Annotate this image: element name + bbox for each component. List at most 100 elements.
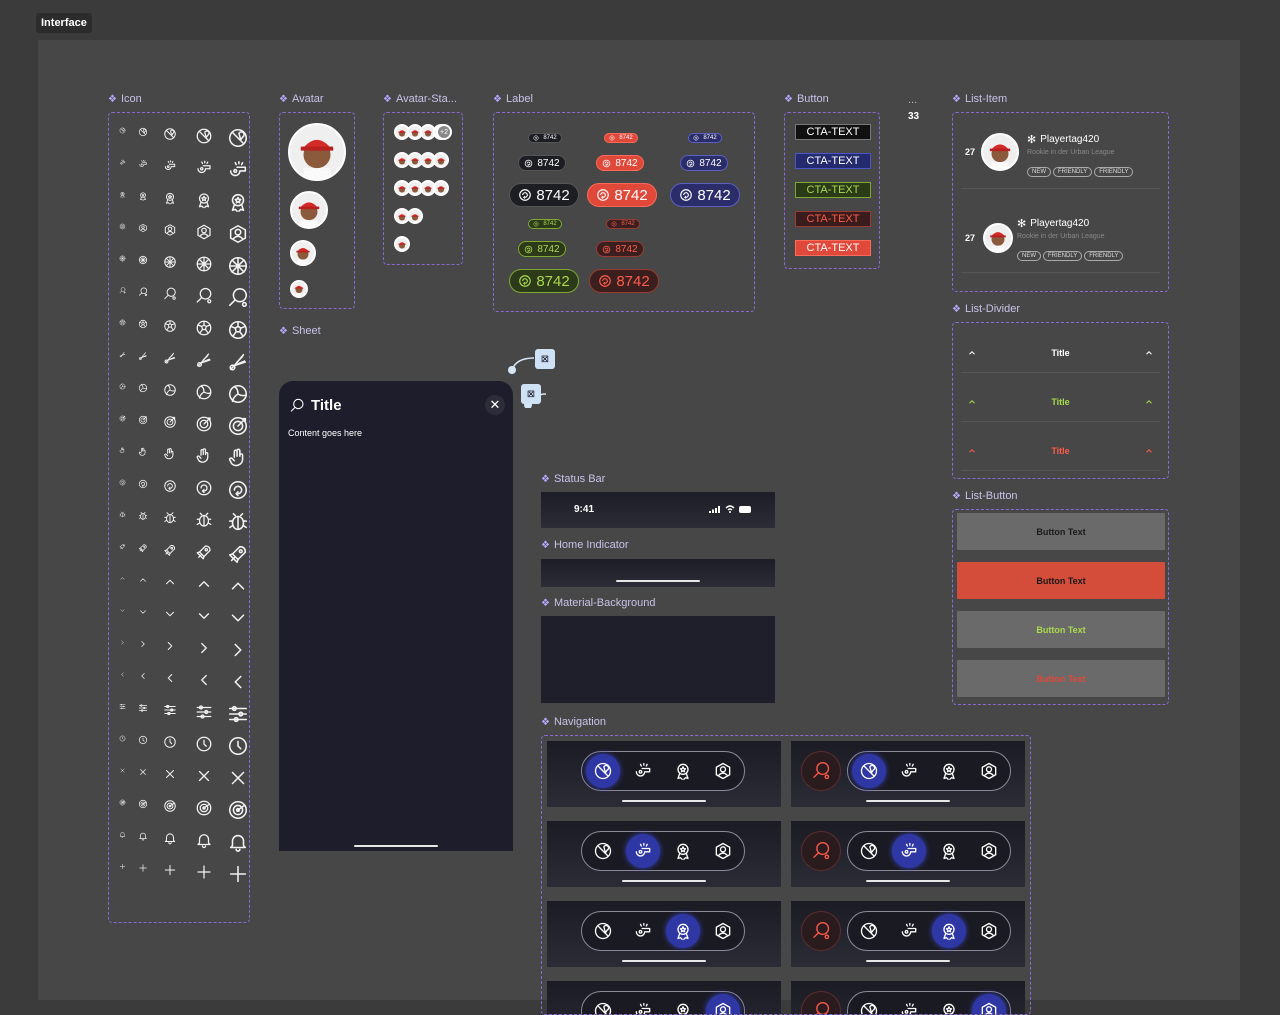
ellipsis-label[interactable]: ... — [908, 94, 917, 106]
rocket-icon[interactable] — [136, 541, 150, 555]
chevron-up-icon[interactable] — [117, 573, 128, 584]
section-label-navigation[interactable]: ❖Navigation — [541, 716, 606, 728]
chevron-left-icon[interactable] — [225, 669, 251, 695]
chevron-right-icon[interactable] — [136, 637, 150, 651]
bug-icon[interactable] — [117, 509, 128, 520]
pingpong-icon[interactable] — [136, 285, 150, 299]
section-label-icon[interactable]: ❖Icon — [108, 93, 142, 105]
tab-pin-ball[interactable] — [586, 994, 620, 1015]
volleyball-icon[interactable] — [193, 381, 215, 403]
section-label-label[interactable]: ❖Label — [493, 93, 533, 105]
soccer-ball-icon[interactable] — [136, 317, 150, 331]
radar-icon[interactable] — [193, 797, 215, 819]
pin-ball-icon[interactable] — [161, 125, 179, 143]
list-item[interactable]: 27 ✻Playertag420 Rookie in der Urban Lea… — [961, 129, 1160, 189]
pin-ball-icon[interactable] — [193, 125, 215, 147]
chevron-right-icon[interactable] — [117, 637, 128, 648]
chevron-right-icon[interactable] — [161, 637, 179, 655]
target-icon[interactable] — [161, 413, 179, 431]
tab-medal[interactable] — [666, 914, 700, 948]
close-icon[interactable] — [193, 765, 215, 787]
tab-user[interactable] — [706, 754, 740, 788]
tab-medal[interactable] — [932, 754, 966, 788]
list-button[interactable]: Button Text — [957, 611, 1165, 648]
tab-pin-ball[interactable] — [852, 754, 886, 788]
avatar[interactable] — [394, 236, 410, 252]
section-label-button[interactable]: ❖Button — [784, 93, 829, 105]
hand-wave-icon[interactable] — [225, 445, 251, 471]
tab-pin-ball[interactable] — [852, 994, 886, 1015]
chevron-right-icon[interactable] — [193, 637, 215, 659]
section-label-sheet[interactable]: ❖Sheet — [279, 325, 321, 337]
section-label-list-divider[interactable]: ❖List-Divider — [952, 303, 1020, 315]
tab-user[interactable] — [972, 914, 1006, 948]
soccer-ball-icon[interactable] — [117, 317, 128, 328]
sliders-icon[interactable] — [225, 701, 251, 727]
pin-ball-icon[interactable] — [117, 125, 128, 136]
list-button[interactable]: Button Text — [957, 562, 1165, 599]
chevron-left-icon[interactable] — [117, 669, 128, 680]
soccer-ball-icon[interactable] — [193, 317, 215, 339]
chevron-up-icon[interactable] — [225, 573, 251, 599]
rocket-icon[interactable] — [117, 541, 128, 552]
avatar[interactable] — [407, 208, 423, 224]
user-icon[interactable] — [117, 221, 128, 232]
clock-icon[interactable] — [161, 733, 179, 751]
instance-swap-node[interactable]: ⊠ — [521, 384, 541, 404]
medal-icon[interactable] — [193, 189, 215, 211]
pingpong-icon[interactable] — [801, 911, 841, 951]
soccer-icon[interactable] — [225, 253, 251, 279]
whistle-icon[interactable] — [136, 157, 150, 171]
volleyball-icon[interactable] — [117, 381, 128, 392]
plus-icon[interactable] — [117, 861, 128, 872]
pingpong-icon[interactable] — [225, 285, 251, 311]
tab-pin-ball[interactable] — [586, 914, 620, 948]
volleyball-icon[interactable] — [161, 381, 179, 399]
tab-medal[interactable] — [666, 754, 700, 788]
tab-whistle[interactable] — [892, 914, 926, 948]
bell-icon[interactable] — [193, 829, 215, 851]
whistle-icon[interactable] — [117, 157, 128, 168]
user-icon[interactable] — [161, 221, 179, 239]
tab-whistle[interactable] — [626, 834, 660, 868]
radar-icon[interactable] — [225, 797, 251, 823]
cta-button-red-dark[interactable]: CTA-TEXT — [795, 211, 871, 227]
pingpong-icon[interactable] — [193, 285, 215, 307]
cta-button-red[interactable]: CTA-TEXT — [795, 240, 871, 256]
soccer-icon[interactable] — [161, 253, 179, 271]
close-icon[interactable]: ✕ — [485, 395, 505, 415]
chevron-down-icon[interactable] — [136, 605, 150, 619]
clock-icon[interactable] — [225, 733, 251, 759]
pingpong-icon[interactable] — [801, 751, 841, 791]
pingpong-icon[interactable] — [801, 831, 841, 871]
tab-whistle[interactable] — [892, 994, 926, 1015]
close-icon[interactable] — [117, 765, 128, 776]
medal-icon[interactable] — [117, 189, 128, 200]
chevron-up-icon[interactable] — [161, 573, 179, 591]
chevron-up-icon[interactable] — [1144, 348, 1154, 358]
rocket-icon[interactable] — [193, 541, 215, 563]
bell-icon[interactable] — [225, 829, 251, 855]
section-label-home-indicator[interactable]: ❖Home Indicator — [541, 539, 629, 551]
sliders-icon[interactable] — [161, 701, 179, 719]
list-button[interactable]: Button Text — [957, 660, 1165, 697]
tab-pin-ball[interactable] — [586, 834, 620, 868]
clock-icon[interactable] — [193, 733, 215, 755]
bug-icon[interactable] — [225, 509, 251, 535]
whistle-icon[interactable] — [225, 157, 251, 183]
shuttlecock-icon[interactable] — [117, 349, 128, 360]
tab-pin-ball[interactable] — [586, 754, 620, 788]
shuttlecock-icon[interactable] — [193, 349, 215, 371]
chevron-left-icon[interactable] — [161, 669, 179, 687]
frame-title[interactable]: Interface — [36, 13, 92, 33]
shuttlecock-icon[interactable] — [225, 349, 251, 375]
list-item[interactable]: 27 ✻Playertag420 Rookie in der Urban Lea… — [961, 213, 1160, 273]
pin-ball-icon[interactable] — [225, 125, 251, 151]
rocket-icon[interactable] — [225, 541, 251, 567]
bell-icon[interactable] — [161, 829, 179, 847]
rotate-icon[interactable] — [225, 477, 251, 503]
list-divider[interactable]: Title — [961, 333, 1160, 373]
sliders-icon[interactable] — [117, 701, 128, 712]
chevron-down-icon[interactable] — [225, 605, 251, 631]
tab-user[interactable] — [972, 834, 1006, 868]
